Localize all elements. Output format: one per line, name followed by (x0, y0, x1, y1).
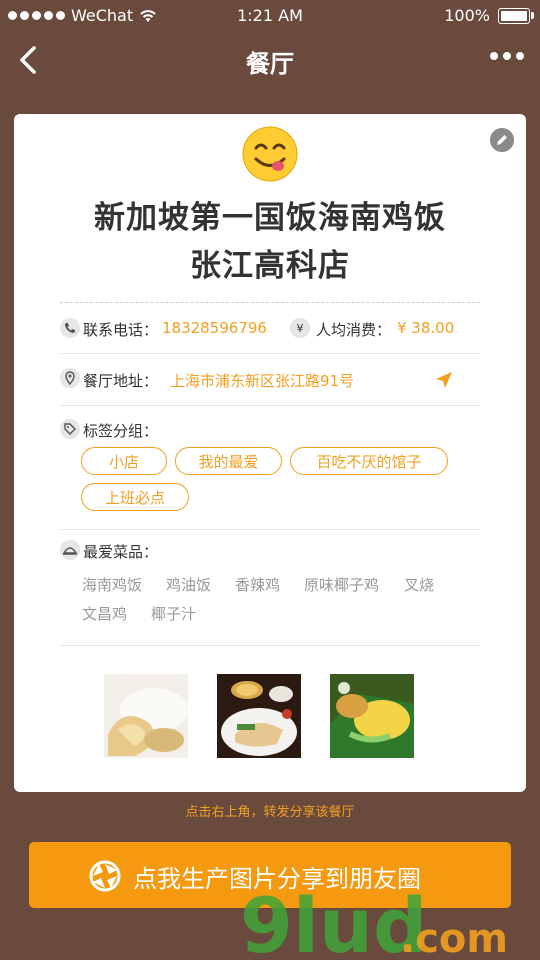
yen-icon: ¥ (290, 318, 310, 338)
food-photo-set-meal[interactable] (217, 674, 301, 758)
edit-pencil-icon[interactable] (490, 128, 514, 152)
restaurant-name: 新加坡第一国饭海南鸡饭 张江高科店 (34, 194, 506, 290)
avg-spend-label: 人均消费： (316, 321, 392, 339)
tag-icon (60, 419, 80, 439)
restaurant-name-line2: 张江高科店 (190, 248, 350, 284)
dish-item: 文昌鸡 (82, 605, 128, 623)
dish-icon (60, 540, 80, 560)
dishes-label: 最爱菜品： (83, 543, 159, 561)
nav-bar: 餐厅 (0, 32, 540, 88)
site-watermark-logo: 9lud .com (240, 890, 508, 960)
food-photo-yellow-rice[interactable] (330, 674, 414, 758)
phone-label: 联系电话： (83, 321, 159, 339)
dish-item: 海南鸡饭 (82, 576, 143, 594)
yum-face-emoji-icon (242, 126, 298, 182)
share-button-label: 点我生产图片分享到朋友圈 (133, 865, 421, 893)
tag-chip[interactable]: 百吃不厌的馆子 (290, 447, 448, 475)
page-title: 餐厅 (246, 50, 294, 78)
navigate-arrow-icon[interactable] (434, 370, 454, 390)
battery-percent: 100% (444, 6, 490, 25)
battery-icon (498, 7, 534, 24)
share-hint: 点击右上角，转发分享该餐厅 (185, 805, 355, 820)
phone-icon (60, 318, 80, 338)
dish-item: 椰子汁 (151, 605, 197, 623)
title-divider (60, 302, 480, 303)
food-photo-chicken-rice[interactable] (104, 674, 188, 758)
divider (60, 529, 480, 530)
dish-item: 鸡油饭 (166, 576, 212, 594)
address-label: 餐厅地址： (83, 372, 159, 390)
restaurant-name-line1: 新加坡第一国饭海南鸡饭 (94, 200, 446, 236)
avg-spend-value: ¥ 38.00 (397, 319, 455, 337)
tags-label: 标签分组： (83, 422, 159, 440)
restaurant-card: 新加坡第一国饭海南鸡饭 张江高科店 联系电话： 18328596796 ¥ 人均… (14, 114, 526, 792)
phone-number[interactable]: 18328596796 (162, 319, 267, 337)
camera-shutter-icon (89, 860, 121, 892)
tag-chip[interactable]: 小店 (81, 447, 167, 475)
status-bar: WeChat 1:21 AM 100% (0, 0, 540, 32)
divider (60, 353, 480, 354)
location-pin-icon (60, 368, 80, 388)
more-options-icon[interactable] (490, 52, 524, 60)
dish-item: 香辣鸡 (235, 576, 281, 594)
svg-text:.com: .com (400, 916, 508, 960)
tag-chip[interactable]: 我的最爱 (175, 447, 282, 475)
tag-chip[interactable]: 上班必点 (81, 483, 189, 511)
dish-item: 原味椰子鸡 (304, 576, 380, 594)
address-value[interactable]: 上海市浦东新区张江路91号 (170, 370, 354, 391)
divider (60, 405, 480, 406)
dish-item: 叉烧 (404, 576, 435, 594)
svg-text:¥: ¥ (297, 322, 304, 335)
divider (60, 645, 480, 646)
